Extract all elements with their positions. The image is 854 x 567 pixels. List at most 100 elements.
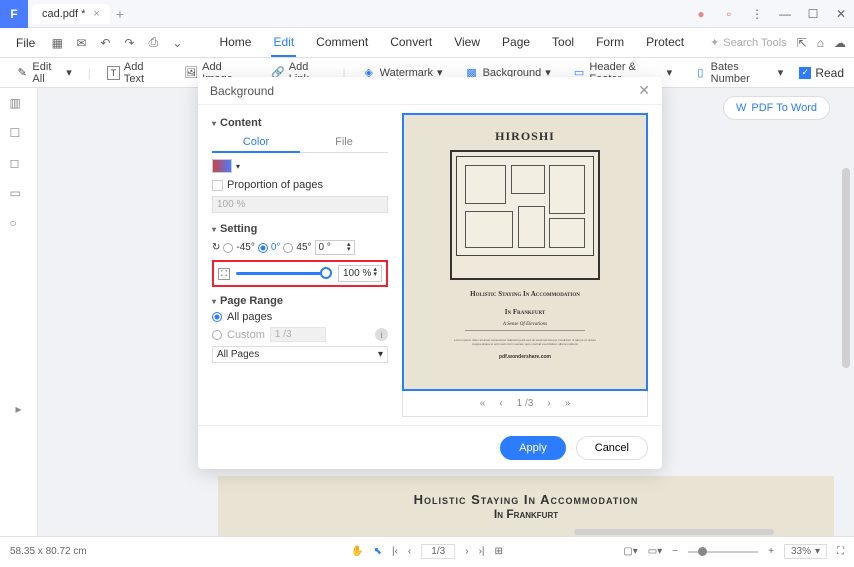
notif-icon[interactable]: ▫ bbox=[716, 3, 742, 25]
add-tab-icon[interactable]: + bbox=[116, 6, 124, 22]
opacity-value[interactable]: 100 %▴▾ bbox=[338, 265, 382, 282]
proportion-checkbox[interactable]: Proportion of pages bbox=[212, 179, 388, 191]
app-icon: F bbox=[0, 0, 28, 28]
vertical-scrollbar[interactable] bbox=[842, 168, 850, 368]
comment-icon[interactable]: ◻ bbox=[10, 156, 28, 174]
page-indicator: 1 /3 bbox=[517, 398, 534, 409]
last-icon[interactable]: ›| bbox=[479, 546, 485, 557]
rotate-icon[interactable]: ↻ bbox=[212, 242, 220, 253]
bates-number-button[interactable]: ▯Bates Number▾ bbox=[688, 58, 789, 88]
main-tabs: Home Edit Comment Convert View Page Tool… bbox=[217, 29, 706, 57]
attachment-icon[interactable]: ▭ bbox=[10, 186, 28, 204]
preview-lorem: Lorem ipsum dolor sit amet consectetur a… bbox=[450, 338, 600, 346]
view-mode-icon[interactable]: ⊞ bbox=[495, 546, 503, 557]
tab-page[interactable]: Page bbox=[500, 29, 532, 57]
first-page-icon[interactable]: « bbox=[480, 398, 486, 409]
content-section[interactable]: Content bbox=[212, 117, 388, 129]
tab-comment[interactable]: Comment bbox=[314, 29, 370, 57]
cloud-icon[interactable]: ⌂ bbox=[817, 36, 824, 50]
pages-select[interactable]: All Pages▾ bbox=[212, 346, 388, 363]
radio-neg45[interactable] bbox=[223, 243, 233, 253]
prev-page-icon[interactable]: ‹ bbox=[499, 398, 502, 409]
zoom-select[interactable]: 33%▾ bbox=[784, 544, 827, 559]
tab-home[interactable]: Home bbox=[217, 29, 253, 57]
preview-title: HIROSHI bbox=[495, 129, 555, 144]
close-tab-icon[interactable]: × bbox=[93, 8, 99, 20]
minimize-icon[interactable]: — bbox=[772, 3, 798, 25]
proportion-value: 100 % bbox=[212, 196, 388, 213]
print-icon[interactable]: ⎙ bbox=[143, 33, 163, 53]
fullscreen-icon[interactable]: ⛶ bbox=[837, 546, 844, 557]
user-icon[interactable]: ● bbox=[688, 3, 714, 25]
rotation-row: ↻ -45° 0° 45° 0 °▴▾ bbox=[212, 240, 388, 255]
page-range-section[interactable]: Page Range bbox=[212, 295, 388, 307]
tab-view[interactable]: View bbox=[452, 29, 482, 57]
radio-custom-icon bbox=[212, 330, 222, 340]
expand-sidebar-icon[interactable]: ▸ bbox=[15, 402, 21, 416]
bookmark-icon[interactable]: ☐ bbox=[10, 126, 28, 144]
color-tab[interactable]: Color bbox=[212, 133, 300, 153]
file-tab[interactable]: File bbox=[300, 133, 388, 153]
thumbnails-icon[interactable]: ▥ bbox=[10, 96, 28, 114]
save-icon[interactable]: ▦ bbox=[47, 33, 67, 53]
first-icon[interactable]: |‹ bbox=[392, 546, 398, 557]
tab-form[interactable]: Form bbox=[594, 29, 626, 57]
status-center: ✋ ⬉ |‹ ‹ 1/3 › ›| ⊞ bbox=[351, 544, 503, 559]
all-pages-radio[interactable]: All pages bbox=[212, 311, 388, 323]
opacity-icon[interactable]: ⛶ bbox=[218, 268, 230, 280]
tab-protect[interactable]: Protect bbox=[644, 29, 686, 57]
apply-button[interactable]: Apply bbox=[500, 436, 566, 460]
tab-tool[interactable]: Tool bbox=[550, 29, 576, 57]
radio-zero[interactable] bbox=[258, 243, 268, 253]
undo-icon[interactable]: ↶ bbox=[95, 33, 115, 53]
prev-icon[interactable]: ‹ bbox=[408, 546, 411, 557]
angle-input[interactable]: 0 °▴▾ bbox=[315, 240, 355, 255]
zoom-slider[interactable] bbox=[688, 551, 758, 553]
mail-icon[interactable]: ✉ bbox=[71, 33, 91, 53]
hand-tool-icon[interactable]: ✋ bbox=[351, 546, 363, 557]
edit-all-button[interactable]: ✎Edit All▾ bbox=[10, 58, 78, 88]
page-input[interactable]: 1/3 bbox=[421, 544, 455, 559]
next-page-icon[interactable]: › bbox=[547, 398, 550, 409]
opacity-slider[interactable] bbox=[236, 272, 332, 275]
tab-convert[interactable]: Convert bbox=[388, 29, 434, 57]
doc-line2: In Frankfurt bbox=[494, 507, 558, 521]
color-swatch-icon bbox=[212, 159, 232, 173]
search-icon[interactable]: ○ bbox=[10, 216, 28, 234]
color-picker[interactable]: ▾ bbox=[212, 159, 388, 173]
read-toggle[interactable]: ✓Read bbox=[799, 66, 844, 80]
custom-radio[interactable]: Custom 1 /3 i bbox=[212, 327, 388, 342]
select-tool-icon[interactable]: ⬉ bbox=[374, 546, 382, 557]
status-right: ▢▾ ▭▾ − + 33%▾ ⛶ bbox=[623, 544, 844, 559]
close-window-icon[interactable]: ✕ bbox=[828, 3, 854, 25]
radio-pos45[interactable] bbox=[283, 243, 293, 253]
zoom-out-icon[interactable]: − bbox=[672, 546, 678, 557]
setting-section[interactable]: Setting bbox=[212, 223, 388, 235]
zoom-in-icon[interactable]: + bbox=[768, 546, 774, 557]
cancel-button[interactable]: Cancel bbox=[576, 436, 648, 460]
cloud2-icon[interactable]: ☁ bbox=[834, 36, 846, 50]
preview-page: HIROSHI Holistic Staying In Accommodatio… bbox=[402, 113, 648, 391]
preview-subtitle2: In Frankfurt bbox=[505, 308, 546, 316]
maximize-icon[interactable]: ☐ bbox=[800, 3, 826, 25]
next-icon[interactable]: › bbox=[465, 546, 468, 557]
more-icon[interactable]: ⋮ bbox=[744, 3, 770, 25]
search-tools[interactable]: ✦ Search Tools bbox=[710, 36, 787, 49]
pdf-to-word-button[interactable]: W PDF To Word bbox=[723, 96, 830, 120]
document-tab[interactable]: cad.pdf * × bbox=[32, 4, 110, 24]
info-icon[interactable]: i bbox=[375, 328, 388, 341]
chevron-down-icon[interactable]: ⌄ bbox=[167, 33, 187, 53]
tab-edit[interactable]: Edit bbox=[271, 29, 296, 57]
window-controls: ● ▫ ⋮ — ☐ ✕ bbox=[688, 3, 854, 25]
last-page-icon[interactable]: » bbox=[565, 398, 571, 409]
horizontal-scrollbar[interactable] bbox=[574, 529, 774, 535]
file-menu[interactable]: File bbox=[8, 32, 43, 54]
add-text-button[interactable]: TAdd Text bbox=[101, 58, 168, 88]
document-content: Holistic Staying In Accommodation In Fra… bbox=[218, 476, 834, 536]
dialog-close-icon[interactable]: ✕ bbox=[638, 82, 650, 99]
preview-panel: HIROSHI Holistic Staying In Accommodatio… bbox=[402, 113, 648, 417]
layout-icon[interactable]: ▭▾ bbox=[648, 546, 662, 557]
share-icon[interactable]: ⇱ bbox=[797, 36, 807, 50]
fit-icon[interactable]: ▢▾ bbox=[623, 546, 637, 557]
redo-icon[interactable]: ↷ bbox=[119, 33, 139, 53]
